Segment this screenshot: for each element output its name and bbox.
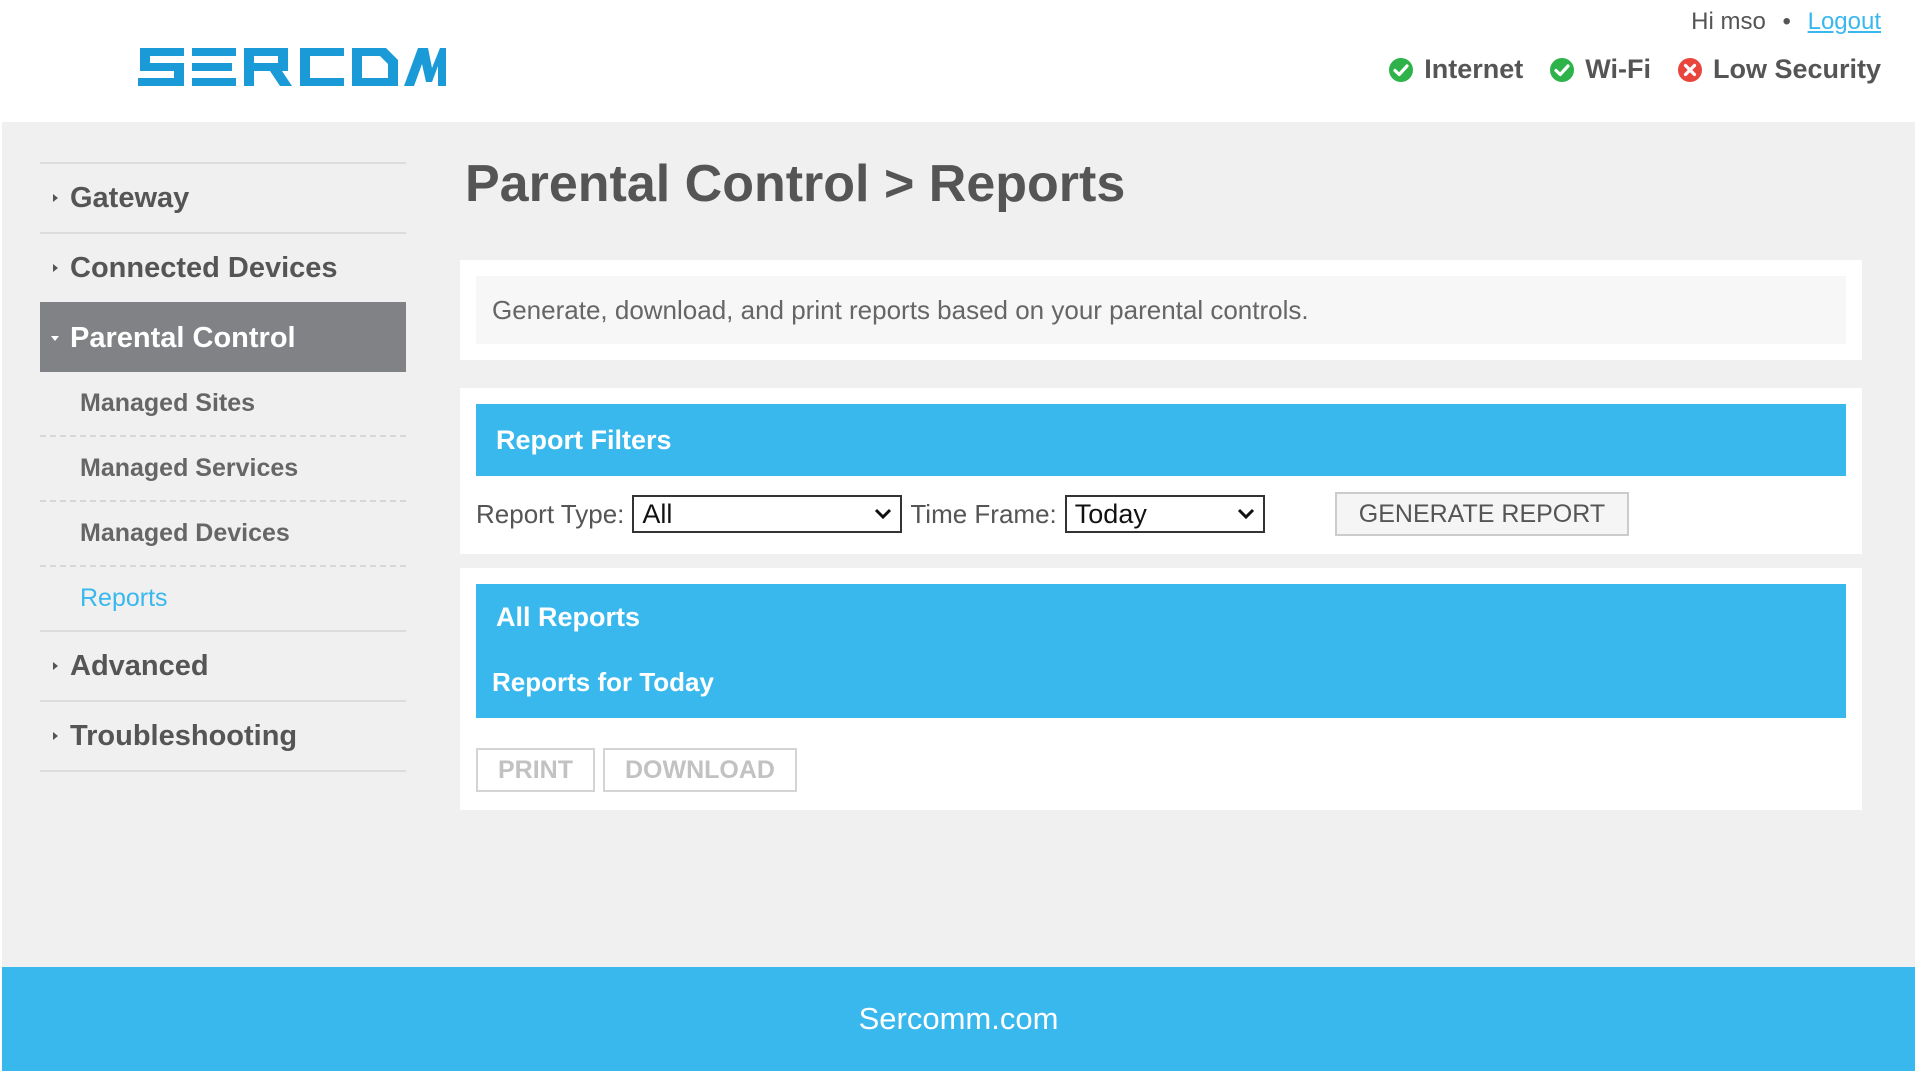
download-button[interactable]: DOWNLOAD	[603, 748, 797, 792]
sidebar-subitem-managed-devices[interactable]: Managed Devices	[40, 502, 406, 567]
check-circle-icon	[1389, 57, 1414, 82]
page-title: Parental Control > Reports	[465, 155, 1126, 213]
status-wifi[interactable]: Wi-Fi	[1549, 54, 1651, 85]
report-type-value: All	[642, 498, 673, 529]
caret-right-icon	[40, 261, 70, 275]
sidebar-item-gateway[interactable]: Gateway	[40, 162, 406, 232]
time-frame-select[interactable]: Today	[1064, 495, 1265, 533]
sidebar-item-advanced[interactable]: Advanced	[40, 632, 406, 700]
sercomm-logo[interactable]	[136, 44, 446, 95]
status-security-label: Low Security	[1712, 54, 1881, 84]
page-description: Generate, download, and print reports ba…	[476, 276, 1846, 344]
caret-down-icon	[40, 333, 70, 343]
sidebar-item-parental-control[interactable]: Parental Control	[40, 302, 406, 372]
report-type-select[interactable]: All	[632, 495, 903, 533]
sidebar-item-troubleshooting[interactable]: Troubleshooting	[40, 700, 406, 772]
sidebar-item-label: Parental Control	[70, 321, 296, 354]
main-area: Gateway Connected Devices Parental Contr…	[2, 122, 1915, 967]
sidebar-subitem-managed-services[interactable]: Managed Services	[40, 437, 406, 502]
caret-right-icon	[40, 191, 70, 205]
sidebar-item-label: Advanced	[70, 649, 209, 682]
check-circle-icon	[1550, 57, 1575, 82]
report-type-label: Report Type:	[476, 498, 625, 529]
status-internet[interactable]: Internet	[1388, 54, 1523, 85]
header: Hi mso • Logout Internet Wi-Fi Low Secur…	[0, 0, 1917, 122]
logout-link[interactable]: Logout	[1808, 8, 1881, 35]
report-filters-card: Report Filters Report Type: All Time Fra…	[460, 388, 1862, 554]
description-card: Generate, download, and print reports ba…	[460, 260, 1862, 360]
all-reports-title: All Reports	[496, 602, 641, 632]
sidebar-item-label: Troubleshooting	[70, 719, 298, 752]
sidebar-item-connected-devices[interactable]: Connected Devices	[40, 232, 406, 302]
print-button[interactable]: PRINT	[476, 748, 595, 792]
chevron-down-icon	[875, 508, 892, 520]
report-filters-header: Report Filters	[476, 404, 1846, 476]
status-internet-label: Internet	[1424, 54, 1524, 84]
caret-right-icon	[40, 729, 70, 743]
caret-right-icon	[40, 659, 70, 673]
report-actions: PRINT DOWNLOAD	[476, 748, 1846, 792]
time-frame-label: Time Frame:	[910, 498, 1057, 529]
filter-row: Report Type: All Time Frame: Today GENER…	[476, 492, 1846, 536]
sidebar-subitem-reports[interactable]: Reports	[40, 567, 406, 632]
chevron-down-icon	[1237, 508, 1254, 520]
x-circle-icon	[1677, 57, 1702, 82]
sidebar-nav: Gateway Connected Devices Parental Contr…	[40, 162, 406, 772]
reports-subheader: Reports for Today	[492, 667, 714, 697]
status-security[interactable]: Low Security	[1677, 54, 1881, 85]
footer-link[interactable]: Sercomm.com	[859, 1001, 1059, 1037]
sidebar-item-label: Gateway	[70, 181, 190, 214]
greeting: Hi mso	[1691, 8, 1766, 35]
status-bar: Internet Wi-Fi Low Security	[1362, 54, 1881, 85]
footer: Sercomm.com	[2, 967, 1915, 1071]
all-reports-card: All Reports Reports for Today PRINT DOWN…	[460, 568, 1862, 810]
separator-dot: •	[1782, 8, 1791, 35]
time-frame-value: Today	[1074, 498, 1147, 529]
sidebar-item-label: Connected Devices	[70, 251, 338, 284]
all-reports-header: All Reports Reports for Today	[476, 584, 1846, 718]
sercomm-logo-graphic	[138, 48, 446, 86]
sidebar-subitem-managed-sites[interactable]: Managed Sites	[40, 372, 406, 437]
user-info: Hi mso • Logout	[1691, 8, 1881, 36]
generate-report-button[interactable]: GENERATE REPORT	[1334, 492, 1630, 536]
status-wifi-label: Wi-Fi	[1585, 54, 1651, 84]
